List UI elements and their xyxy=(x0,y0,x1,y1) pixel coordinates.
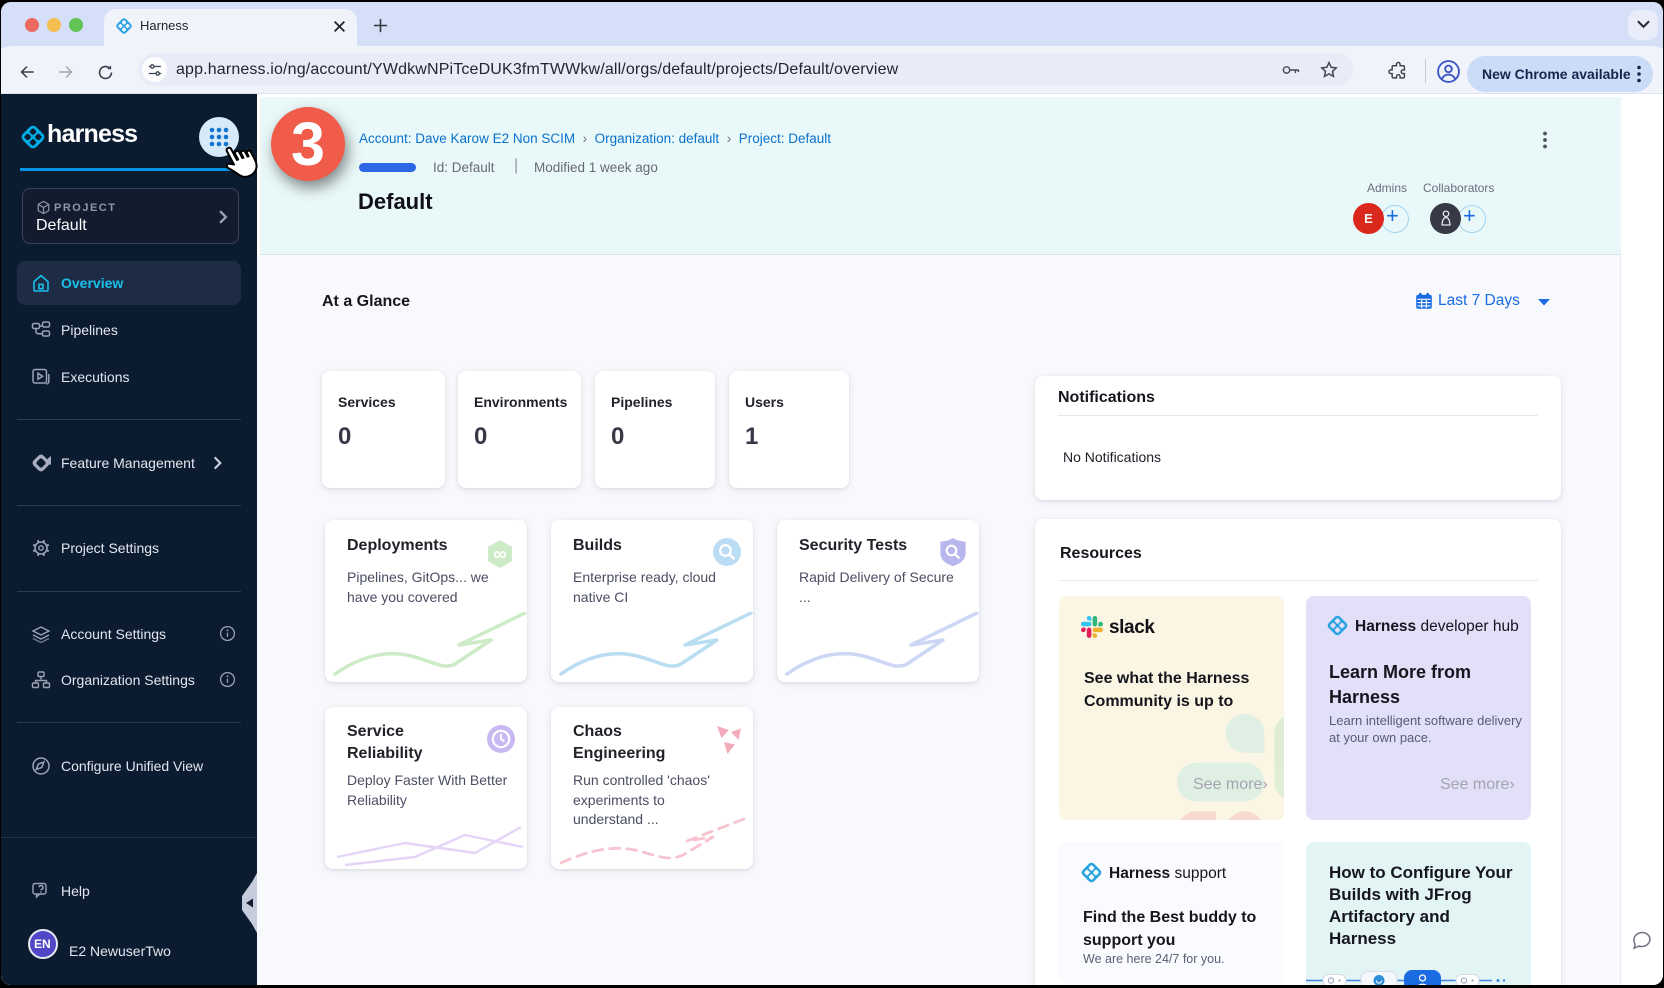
svg-text:∞: ∞ xyxy=(493,544,507,565)
